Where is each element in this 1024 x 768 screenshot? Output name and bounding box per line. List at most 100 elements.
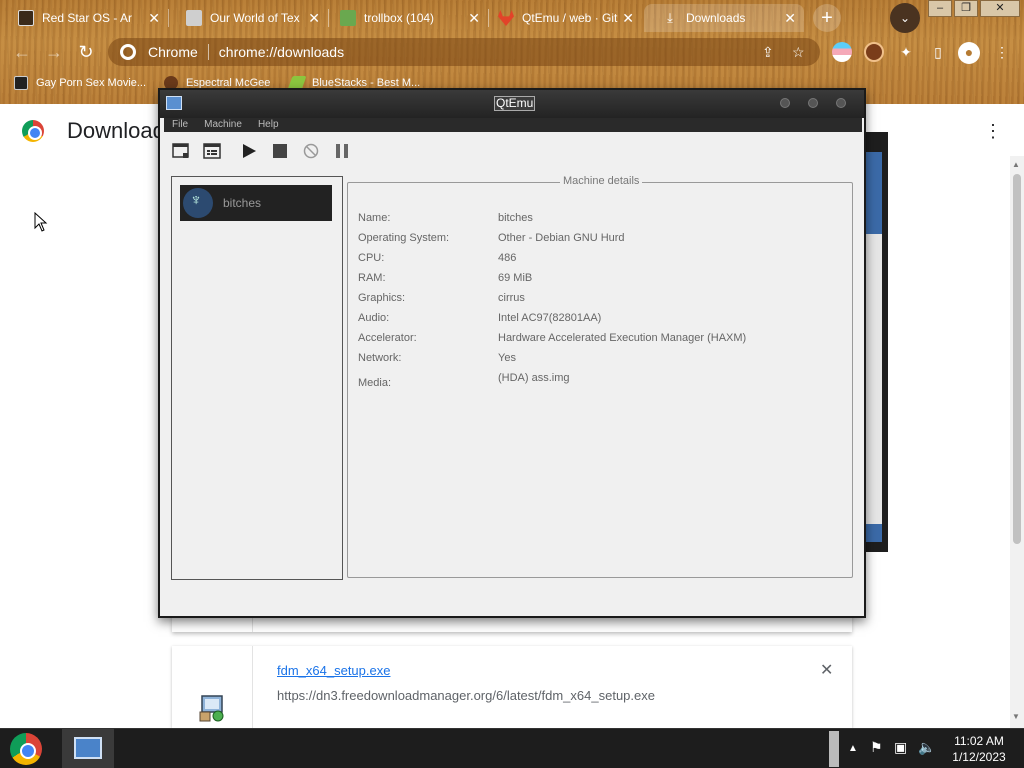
detail-label: CPU: [358,252,385,264]
tab-title: Red Star OS - Ar [42,11,133,25]
close-icon[interactable]: ✕ [622,10,634,26]
profile-extension-icon[interactable] [864,42,884,62]
network-icon[interactable]: ▣ [894,739,907,756]
reload-button[interactable]: ↻ [74,40,98,64]
download-icon: ⤓ [667,10,673,25]
bookmark-item[interactable]: Gay Porn Sex Movie... [14,76,146,90]
more-actions-icon[interactable]: ⋮ [984,120,1002,142]
stop-machine-icon[interactable] [271,142,289,160]
scroll-down-icon[interactable]: ▼ [1012,712,1020,721]
detail-value: (HDA) ass.img [498,372,570,384]
machine-list-item[interactable]: bitches [180,185,332,221]
tab-red-star-os[interactable]: Red Star OS - Ar ✕ [0,4,168,32]
machine-name: bitches [223,196,262,210]
detail-value: bitches [498,212,533,224]
tab-title: Our World of Tex [210,11,300,25]
detail-label: Graphics: [358,292,406,304]
volume-icon[interactable]: 🔈 [918,739,935,756]
start-machine-play-icon[interactable] [240,142,258,160]
detail-value: cirrus [498,292,525,304]
clock[interactable]: 11:02 AM 1/12/2023 [940,733,1018,765]
taskbar-scroll-handle[interactable] [829,731,839,767]
tab-search-chevron-icon[interactable]: ⌄ [890,3,920,33]
taskbar: ▲ ⚑ ▣ 🔈 11:02 AM 1/12/2023 [0,728,1024,768]
maximize-button[interactable] [808,98,818,108]
qtemu-app-icon [74,737,102,759]
site-chip: Chrome [148,44,209,60]
monitor-icon [18,10,34,26]
detail-label: Accelerator: [358,332,417,344]
minimize-button[interactable]: – [928,0,952,17]
minimize-button[interactable] [780,98,790,108]
gnu-os-icon [183,188,213,218]
close-button[interactable] [836,98,846,108]
extension-flag-icon[interactable] [832,42,852,62]
tab-downloads[interactable]: ⤓ Downloads ✕ [644,4,804,32]
tab-title: QtEmu / web · GitL [522,11,618,25]
clock-time: 11:02 AM [954,734,1004,748]
trollbox-icon [340,10,356,26]
omnibox[interactable]: Chrome chrome://downloads ⇪ ☆ [108,38,820,66]
back-button[interactable]: ← [10,40,34,64]
download-filename-link[interactable]: fdm_x64_setup.exe [277,663,390,678]
menu-help[interactable]: Help [250,118,287,132]
taskbar-qtemu-app[interactable] [62,729,114,768]
download-source-url[interactable]: https://dn3.freedownloadmanager.org/6/la… [277,688,655,703]
menu-file[interactable]: File [164,118,196,132]
flag-icon[interactable]: ⚑ [870,739,883,756]
chrome-logo-icon [22,120,44,142]
side-panel-icon[interactable]: ▯ [928,42,948,62]
download-card: fdm_x64_setup.exe https://dn3.freedownlo… [172,646,852,728]
detail-label: Audio: [358,312,390,324]
close-icon[interactable]: ✕ [784,10,796,26]
machine-details-panel: Machine details Name: bitches Operating … [347,175,853,578]
mouse-cursor-icon [34,212,48,232]
tab-title: trollbox (104) [364,11,435,25]
remove-download-close-icon[interactable]: ✕ [820,660,833,680]
detail-value: Yes [498,352,516,364]
detail-value: 486 [498,252,517,264]
more-menu-icon[interactable]: ⋮ [992,42,1012,62]
share-icon[interactable]: ⇪ [762,44,774,61]
scroll-up-icon[interactable]: ▲ [1012,160,1020,169]
tray-expand-chevron-icon[interactable]: ▲ [848,743,858,754]
tab-qtemu-gitlab[interactable]: QtEmu / web · GitL ✕ [480,4,642,32]
menu-bar: File Machine Help [164,118,862,132]
forward-button[interactable]: → [42,40,66,64]
detail-value: Hardware Accelerated Execution Manager (… [498,332,747,344]
detail-label: RAM: [358,272,386,284]
tab-title: Downloads [686,11,746,25]
detail-value: 69 MiB [498,272,533,284]
bookmark-star-icon[interactable]: ☆ [792,44,805,61]
puzzle-icon[interactable]: ✦ [896,42,916,62]
clock-date: 1/12/2023 [952,750,1006,764]
close-window-button[interactable]: ✕ [980,0,1020,17]
new-machine-icon[interactable] [172,142,190,160]
installer-icon [199,695,224,722]
page-scrollbar[interactable]: ▲ ▼ [1010,156,1024,728]
url-text[interactable]: chrome://downloads [219,44,344,60]
tab-trollbox[interactable]: trollbox (104) ✕ [322,4,488,32]
close-icon[interactable]: ✕ [148,10,160,26]
reset-machine-icon[interactable] [302,142,320,160]
detail-value: Intel AC97(82801AA) [498,312,602,324]
tab-our-world-of-text[interactable]: Our World of Tex ✕ [168,4,328,32]
restore-button[interactable]: ❐ [954,0,978,17]
detail-label: Network: [358,352,402,364]
menu-machine[interactable]: Machine [196,118,250,132]
chrome-launcher-icon[interactable] [10,733,42,765]
gitlab-icon [498,10,514,26]
new-tab-button[interactable]: + [813,4,841,32]
detail-value: Other - Debian GNU Hurd [498,232,625,244]
qtemu-window: QtEmu File Machine Help bitches [158,88,866,618]
qtemu-titlebar[interactable]: QtEmu [160,90,864,118]
divider [252,646,253,728]
machine-settings-icon[interactable] [203,142,221,160]
scrollbar-thumb[interactable] [1013,174,1021,544]
pause-machine-icon[interactable] [333,142,351,160]
close-icon[interactable]: ✕ [468,10,480,26]
account-avatar-icon[interactable]: ● [958,42,980,64]
qtemu-app-icon [166,96,182,110]
close-icon[interactable]: ✕ [308,10,320,26]
window-title: QtEmu [494,96,536,111]
